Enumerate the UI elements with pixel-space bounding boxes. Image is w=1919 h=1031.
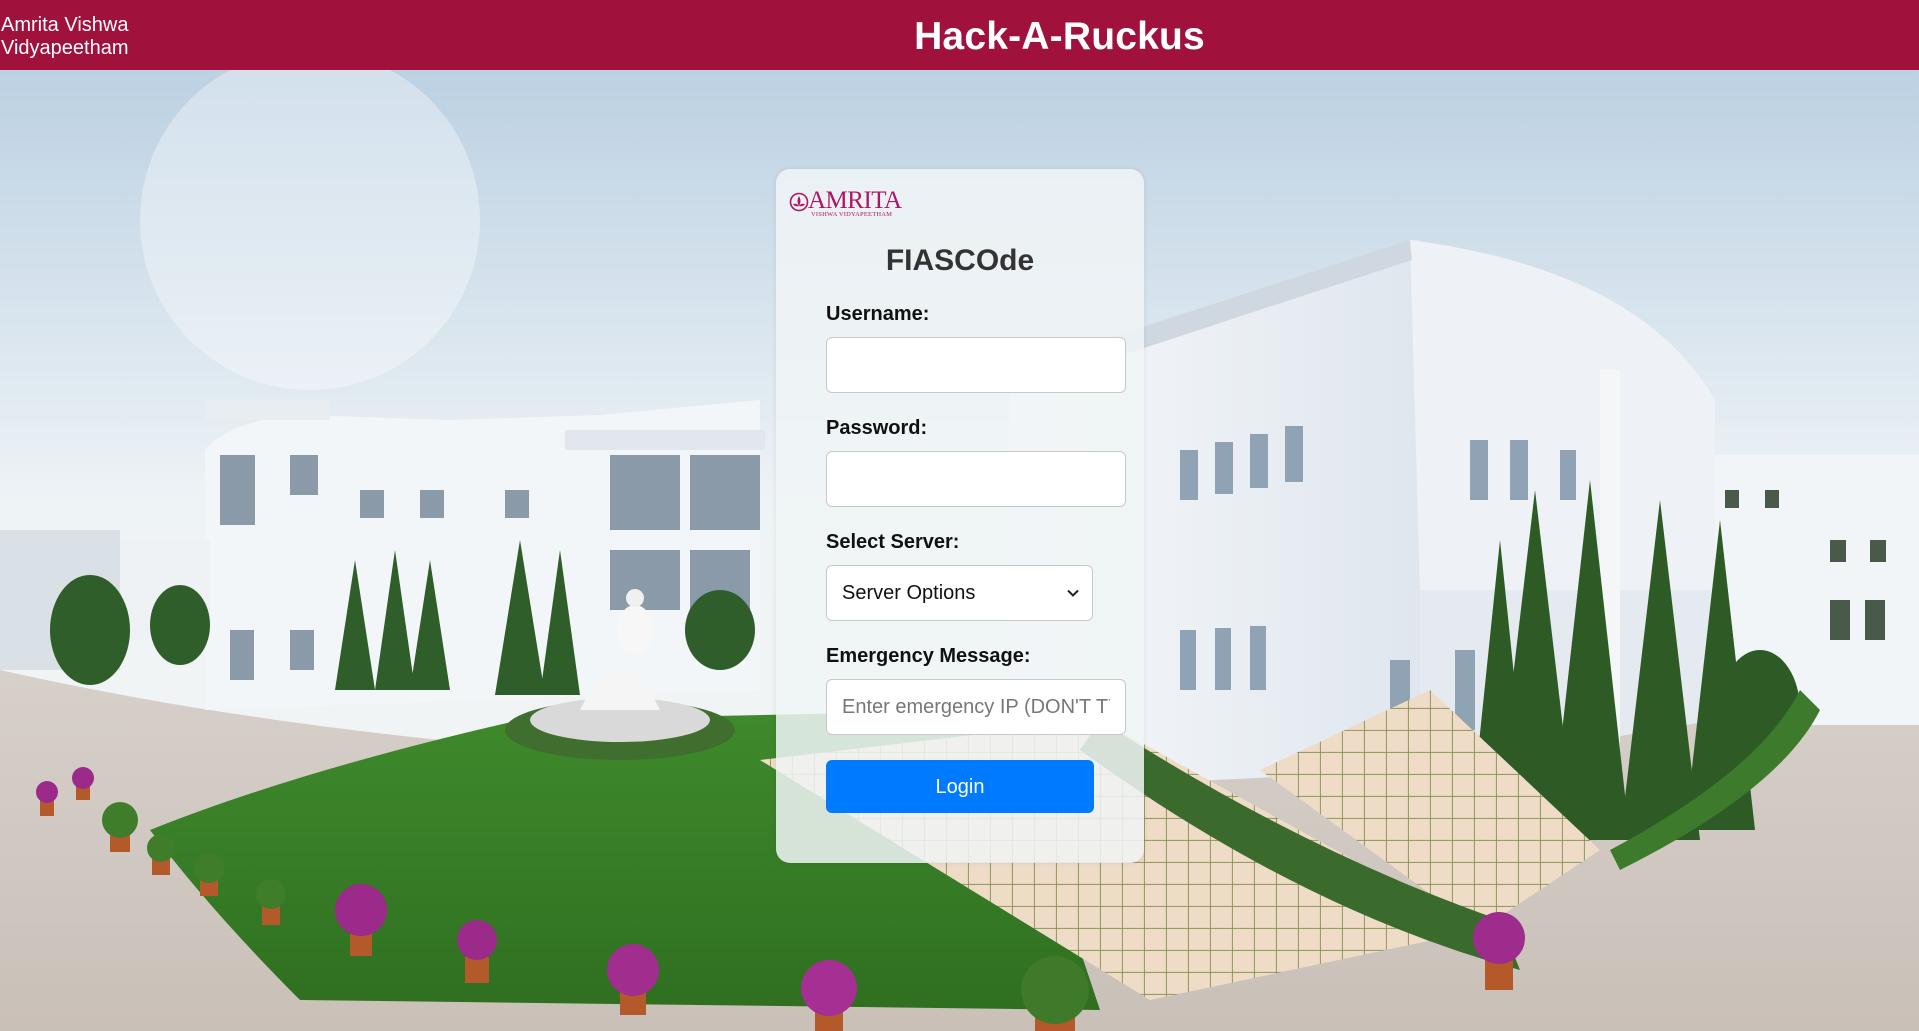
amrita-logo: AMRITA VISHWA VIDYAPEETHAM (789, 188, 919, 218)
password-input[interactable] (826, 451, 1126, 507)
logo-subtitle: VISHWA VIDYAPEETHAM (811, 211, 893, 218)
login-card: AMRITA VISHWA VIDYAPEETHAM FIASCOde User… (776, 169, 1144, 863)
page-title-text: Hack-A-Ruckus (914, 15, 1205, 58)
chevron-down-icon (1067, 589, 1079, 597)
server-label: Select Server: (826, 531, 960, 553)
server-select[interactable]: Server Options (826, 565, 1093, 621)
app-title: FIASCOde (885, 244, 1035, 277)
password-label: Password: (826, 417, 928, 439)
top-header-bar: Amrita Vishwa Vidyapeetham Hack-A-Ruckus (0, 0, 1919, 70)
logo-wordmark: AMRITA (808, 187, 902, 214)
username-label: Username: (826, 303, 930, 325)
login-button[interactable]: Login (826, 760, 1094, 813)
page-title: Hack-A-Ruckus (0, 15, 1919, 59)
username-input[interactable] (826, 337, 1126, 393)
server-select-value: Server Options (842, 582, 976, 604)
emergency-message-input[interactable] (826, 679, 1126, 735)
emergency-label: Emergency Message: (826, 645, 1031, 667)
lotus-emblem-icon (789, 192, 809, 212)
